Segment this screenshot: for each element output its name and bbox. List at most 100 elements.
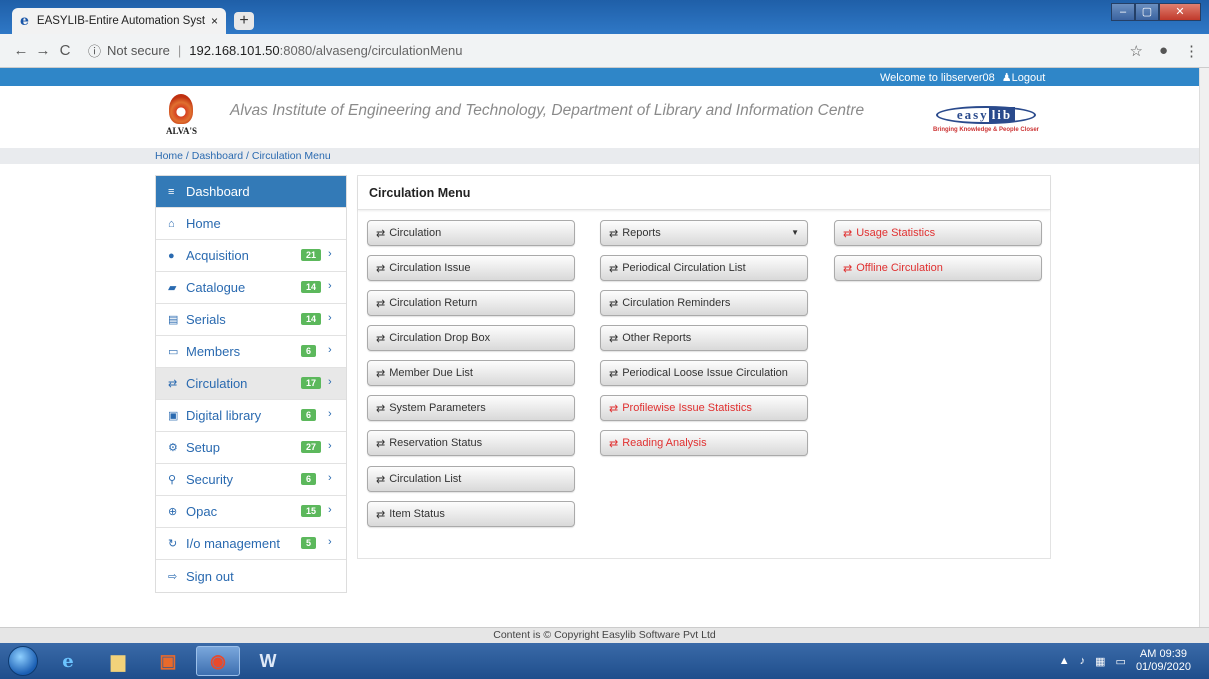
reload-button[interactable]: C — [54, 42, 76, 59]
circulation-drop-box-button[interactable]: ⇄ Circulation Drop Box — [367, 325, 575, 351]
digital-library-icon: ▣ — [168, 410, 179, 422]
internet-explorer-icon[interactable]: e — [46, 646, 90, 676]
sidebar-item-label: Members — [186, 344, 241, 359]
button-label: System Parameters — [389, 402, 486, 414]
page-scrollbar[interactable] — [1199, 68, 1209, 628]
browser-tab[interactable]: e EASYLIB-Entire Automation Syste × — [12, 8, 226, 34]
tab-close-icon[interactable]: × — [211, 14, 218, 28]
browser-tabstrip: e EASYLIB-Entire Automation Syste × + – … — [0, 0, 1209, 34]
sidebar-item-setup[interactable]: ⚙ Setup 27 › — [156, 432, 346, 464]
network-icon[interactable]: ▦ — [1095, 655, 1105, 668]
sidebar-item-opac[interactable]: ⊕ Opac 15 › — [156, 496, 346, 528]
start-button[interactable] — [8, 646, 38, 676]
sidebar-item-digital-library[interactable]: ▣ Digital library 6 › — [156, 400, 346, 432]
alvas-emblem-icon — [169, 94, 193, 124]
circulation-return-button[interactable]: ⇄ Circulation Return — [367, 290, 575, 316]
tab-title: EASYLIB-Entire Automation Syste — [36, 15, 205, 27]
sidebar-item-dashboard[interactable]: ≡ Dashboard — [156, 176, 346, 208]
circulation-list-button[interactable]: ⇄ Circulation List — [367, 466, 575, 492]
chevron-right-icon: › — [328, 248, 332, 260]
button-label: Item Status — [389, 508, 445, 520]
close-window-button[interactable]: ✕ — [1159, 3, 1201, 21]
maximize-button[interactable]: ▢ — [1135, 3, 1159, 21]
browser-menu-icon[interactable]: ⋮ — [1184, 42, 1199, 60]
transfer-icon: ⇄ — [609, 332, 619, 345]
periodical-loose-issue-circulation-button[interactable]: ⇄ Periodical Loose Issue Circulation — [600, 360, 808, 386]
sidebar-item-label: Sign out — [186, 568, 234, 584]
media-player-icon[interactable]: ▣ — [146, 646, 190, 676]
sidebar-item-sign-out[interactable]: ⇨ Sign out — [156, 560, 346, 592]
clock[interactable]: AM 09:39 01/09/2020 — [1136, 648, 1191, 674]
offline-circulation-button[interactable]: ⇄ Offline Circulation — [834, 255, 1042, 281]
sidebar-item-home[interactable]: ⌂ Home — [156, 208, 346, 240]
url-field[interactable]: ⓘ Not secure | 192.168.101.50 :8080/alva… — [88, 41, 463, 60]
transfer-icon: ⇄ — [376, 437, 386, 450]
windows-taskbar: e ▆ ▣ ◉ W ▲ ♪ ▦ ▭ AM 09:39 01/09/2020 — [0, 643, 1209, 679]
transfer-icon: ⇄ — [376, 367, 386, 380]
circulation-issue-button[interactable]: ⇄ Circulation Issue — [367, 255, 575, 281]
chrome-icon[interactable]: ◉ — [196, 646, 240, 676]
system-parameters-button[interactable]: ⇄ System Parameters — [367, 395, 575, 421]
word-icon[interactable]: W — [246, 646, 290, 676]
back-button[interactable]: ← — [10, 42, 32, 59]
forward-button[interactable]: → — [32, 42, 54, 59]
button-label: Profilewise Issue Statistics — [622, 402, 752, 414]
button-label: Periodical Loose Issue Circulation — [622, 367, 788, 379]
member-due-list-button[interactable]: ⇄ Member Due List — [367, 360, 575, 386]
gear-icon: ⚙ — [168, 442, 178, 454]
action-center-icon[interactable]: ▭ — [1116, 655, 1126, 668]
button-label: Member Due List — [389, 367, 473, 379]
reading-analysis-button[interactable]: ⇄ Reading Analysis — [600, 430, 808, 456]
bookmark-star-icon[interactable]: ☆ — [1129, 42, 1142, 60]
reports-dropdown[interactable]: ⇄ Reports ▼ — [600, 220, 808, 246]
dashboard-icon: ≡ — [168, 185, 175, 198]
count-badge: 15 — [301, 505, 322, 517]
count-badge: 5 — [301, 537, 317, 549]
info-icon[interactable]: ⓘ — [88, 41, 101, 60]
new-tab-button[interactable]: + — [234, 12, 254, 30]
window-controls: – ▢ ✕ — [1111, 3, 1201, 21]
transfer-icon: ⇄ — [609, 227, 619, 240]
breadcrumb-bar: Home / Dashboard / Circulation Menu — [0, 148, 1199, 164]
transfer-icon: ⇄ — [376, 262, 386, 275]
sidebar-item-members[interactable]: ▭ Members 6 › — [156, 336, 346, 368]
count-badge: 14 — [301, 281, 322, 293]
system-tray: ▲ ♪ ▦ ▭ AM 09:39 01/09/2020 — [1059, 648, 1191, 674]
circulation-reminders-button[interactable]: ⇄ Circulation Reminders — [600, 290, 808, 316]
ie-favicon-icon: e — [20, 13, 29, 29]
caret-down-icon: ▼ — [791, 228, 799, 237]
usage-statistics-button[interactable]: ⇄ Usage Statistics — [834, 220, 1042, 246]
logout-link[interactable]: Logout — [1012, 72, 1046, 84]
refresh-icon: ↻ — [168, 538, 178, 550]
sidebar-item-circulation[interactable]: ⇄ Circulation 17 › — [156, 368, 346, 400]
profile-icon[interactable]: ● — [1159, 42, 1168, 60]
tray-arrow-icon[interactable]: ▲ — [1059, 655, 1070, 667]
minimize-button[interactable]: – — [1111, 3, 1135, 21]
profilewise-issue-statistics-button[interactable]: ⇄ Profilewise Issue Statistics — [600, 395, 808, 421]
sidebar-item-label: Circulation — [186, 376, 248, 391]
sidebar-item-acquisition[interactable]: ● Acquisition 21 › — [156, 240, 346, 272]
sidebar-item-label: Acquisition — [186, 248, 249, 263]
count-badge: 6 — [301, 409, 317, 421]
sidebar-item-catalogue[interactable]: ▰ Catalogue 14 › — [156, 272, 346, 304]
sidebar-item-security[interactable]: ⚲ Security 6 › — [156, 464, 346, 496]
file-explorer-icon[interactable]: ▆ — [96, 646, 140, 676]
other-reports-button[interactable]: ⇄ Other Reports — [600, 325, 808, 351]
reservation-status-button[interactable]: ⇄ Reservation Status — [367, 430, 575, 456]
chevron-right-icon: › — [328, 472, 332, 484]
breadcrumb[interactable]: Home / Dashboard / Circulation Menu — [155, 150, 331, 162]
item-status-button[interactable]: ⇄ Item Status — [367, 501, 575, 527]
circulation-menu-panel: Circulation Menu ⇄ Circulation ⇄ Circulati… — [357, 175, 1051, 559]
periodical-circulation-list-button[interactable]: ⇄ Periodical Circulation List — [600, 255, 808, 281]
institute-title: Alvas Institute of Engineering and Techn… — [230, 102, 865, 119]
home-icon: ⌂ — [168, 217, 175, 230]
volume-icon[interactable]: ♪ — [1080, 655, 1086, 667]
acquisition-icon: ● — [168, 249, 175, 262]
sidebar-item-label: I/o management — [186, 536, 280, 551]
count-badge: 27 — [301, 441, 322, 453]
address-bar-actions: ☆ ● ⋮ — [1129, 42, 1199, 60]
sidebar-item-io-management[interactable]: ↻ I/o management 5 › — [156, 528, 346, 560]
zoom-icon: ⊕ — [168, 506, 178, 518]
sidebar-item-serials[interactable]: ▤ Serials 14 › — [156, 304, 346, 336]
circulation-button[interactable]: ⇄ Circulation — [367, 220, 575, 246]
